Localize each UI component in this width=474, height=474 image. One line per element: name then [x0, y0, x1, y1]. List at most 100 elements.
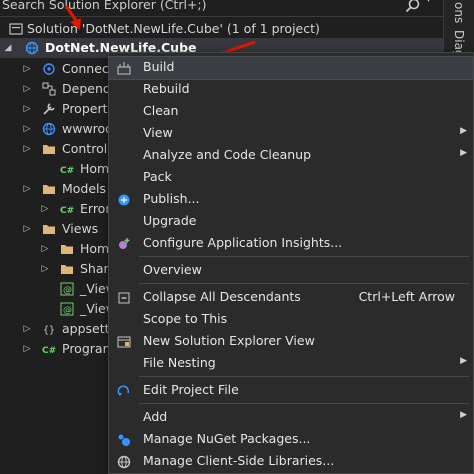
expand-arrow-icon[interactable]: ▷: [40, 239, 50, 259]
tree-row-label: Depend: [62, 81, 108, 96]
csharp-file-icon: C#: [60, 166, 74, 176]
submenu-arrow-icon: ▶: [460, 148, 467, 158]
submenu-arrow-icon: ▶: [460, 410, 467, 420]
tree-row[interactable]: ▷ Share: [0, 259, 108, 279]
menu-item-overview[interactable]: Overview: [109, 260, 473, 282]
tree-row-label: Views: [62, 221, 99, 236]
collapse-arrow-icon[interactable]: ◢: [3, 38, 13, 58]
expand-arrow-icon[interactable]: ▷: [22, 339, 32, 359]
new-view-icon: [117, 336, 131, 348]
tree-row-label: Propert: [62, 101, 108, 116]
menu-item-new-solution-explorer-view[interactable]: New Solution Explorer View: [109, 331, 473, 353]
tree-row[interactable]: ▷ C# Program: [0, 339, 108, 359]
tree-row[interactable]: C# Hom: [0, 159, 108, 179]
tree-row[interactable]: ▷ Hom: [0, 239, 108, 259]
menu-item-label: File Nesting: [143, 355, 216, 370]
tree-row-label: Hom: [80, 241, 108, 256]
csharp-file-icon: C#: [42, 346, 56, 356]
tree-row[interactable]: @ _View: [0, 279, 108, 299]
menu-item-manage-client-side-libraries[interactable]: Manage Client-Side Libraries...: [109, 451, 473, 473]
tree-row[interactable]: @ _View: [0, 299, 108, 319]
expand-arrow-icon[interactable]: ▷: [22, 139, 32, 159]
menu-item-label: Configure Application Insights...: [143, 235, 343, 250]
menu-item-upgrade[interactable]: Upgrade: [109, 211, 473, 233]
menu-item-label: Publish...: [143, 191, 200, 206]
menu-item-file-nesting[interactable]: File Nesting ▶: [109, 353, 473, 375]
menu-item-label: Build: [143, 59, 175, 74]
tree-row-label: Models: [62, 181, 107, 196]
menu-item-build[interactable]: Build: [108, 56, 474, 80]
razor-file-icon: @: [60, 302, 74, 316]
expand-arrow-icon[interactable]: ▷: [22, 99, 32, 119]
expand-arrow-icon[interactable]: ▷: [22, 219, 32, 239]
menu-separator: [139, 403, 469, 404]
menu-item-label: New Solution Explorer View: [143, 333, 315, 348]
search-input[interactable]: Search Solution Explorer (Ctrl+;): [2, 0, 207, 12]
expand-arrow-icon[interactable]: ▷: [40, 259, 50, 279]
csharp-file-icon: C#: [60, 206, 74, 216]
expand-arrow-icon[interactable]: ▷: [22, 319, 32, 339]
menu-item-analyze-and-code-cleanup[interactable]: Analyze and Code Cleanup ▶: [109, 145, 473, 167]
menu-item-label: View: [143, 125, 173, 140]
search-icon[interactable]: [404, 0, 422, 15]
menu-item-edit-project-file[interactable]: Edit Project File: [109, 380, 473, 402]
menu-item-add[interactable]: Add ▶: [109, 407, 473, 429]
submenu-arrow-icon: ▶: [460, 356, 467, 366]
folder-icon: [61, 245, 73, 254]
menu-separator: [139, 283, 469, 284]
tree-row[interactable]: ▷ Controll: [0, 139, 108, 159]
dock-tab-1[interactable]: ons: [452, 2, 466, 23]
tree-row[interactable]: ▷ {} appsett: [0, 319, 108, 339]
submenu-arrow-icon: ▶: [460, 126, 467, 136]
properties-icon: [43, 103, 55, 115]
menu-item-label: Rebuild: [143, 81, 190, 96]
tree-row-label: Hom: [80, 161, 108, 176]
search-options-dropdown[interactable]: ▾: [426, 0, 431, 5]
tree-row[interactable]: ▷ Connect: [0, 59, 108, 79]
web-project-icon: [25, 41, 39, 55]
svg-text:C#: C#: [60, 206, 74, 216]
tree-row-solution[interactable]: Solution 'DotNet.NewLife.Cube' (1 of 1 p…: [0, 19, 443, 39]
expand-arrow-icon[interactable]: ▷: [40, 199, 50, 219]
menu-item-publish[interactable]: Publish...: [109, 189, 473, 211]
search-bar[interactable]: Search Solution Explorer (Ctrl+;) ▾: [0, 0, 443, 17]
menu-item-pack[interactable]: Pack: [109, 167, 473, 189]
tree-row-label: Error: [80, 201, 108, 216]
menu-item-label: Manage Client-Side Libraries...: [143, 453, 335, 468]
tree-row[interactable]: ▷ Depend: [0, 79, 108, 99]
menu-item-collapse-all-descendants[interactable]: Collapse All Descendants Ctrl+Left Arrow: [109, 287, 473, 309]
menu-item-clean[interactable]: Clean: [109, 101, 473, 123]
context-menu: Build Rebuild Clean View ▶ Analyze and Code C…: [108, 52, 474, 474]
menu-item-view[interactable]: View ▶: [109, 123, 473, 145]
insights-icon: [119, 238, 130, 249]
collapse-icon: [118, 292, 130, 304]
menu-item-label: Overview: [143, 262, 202, 277]
tree-row[interactable]: ▷ wwwroo: [0, 119, 108, 139]
expand-arrow-icon[interactable]: ▷: [22, 59, 32, 79]
menu-item-manage-nuget-packages[interactable]: Manage NuGet Packages...: [109, 429, 473, 451]
folder-icon: [43, 185, 55, 194]
menu-item-label: Scope to This: [143, 311, 228, 326]
build-icon: [117, 62, 131, 75]
tree-row-label: Program: [62, 341, 108, 356]
svg-text:C#: C#: [60, 166, 74, 176]
menu-separator: [139, 376, 469, 377]
menu-separator: [139, 256, 469, 257]
menu-item-label: Analyze and Code Cleanup: [143, 147, 312, 162]
globe-icon: [42, 122, 56, 136]
dependencies-icon: [42, 82, 56, 96]
menu-item-rebuild[interactable]: Rebuild: [109, 79, 473, 101]
menu-item-label: Clean: [143, 103, 179, 118]
expand-arrow-icon[interactable]: ▷: [22, 79, 32, 99]
edit-file-icon: [117, 385, 130, 396]
menu-item-configure-application-insights[interactable]: Configure Application Insights...: [109, 233, 473, 255]
svg-text:@: @: [63, 286, 72, 296]
tree-row[interactable]: ▷ Propert: [0, 99, 108, 119]
tree-row[interactable]: ▷ C# Error: [0, 199, 108, 219]
expand-arrow-icon[interactable]: ▷: [22, 179, 32, 199]
expand-arrow-icon[interactable]: ▷: [22, 119, 32, 139]
menu-item-scope-to-this[interactable]: Scope to This: [109, 309, 473, 331]
tree-row[interactable]: ▷ Views: [0, 219, 108, 239]
solution-label: Solution 'DotNet.NewLife.Cube' (1 of 1 p…: [27, 21, 320, 36]
tree-row[interactable]: ▷ Models: [0, 179, 108, 199]
